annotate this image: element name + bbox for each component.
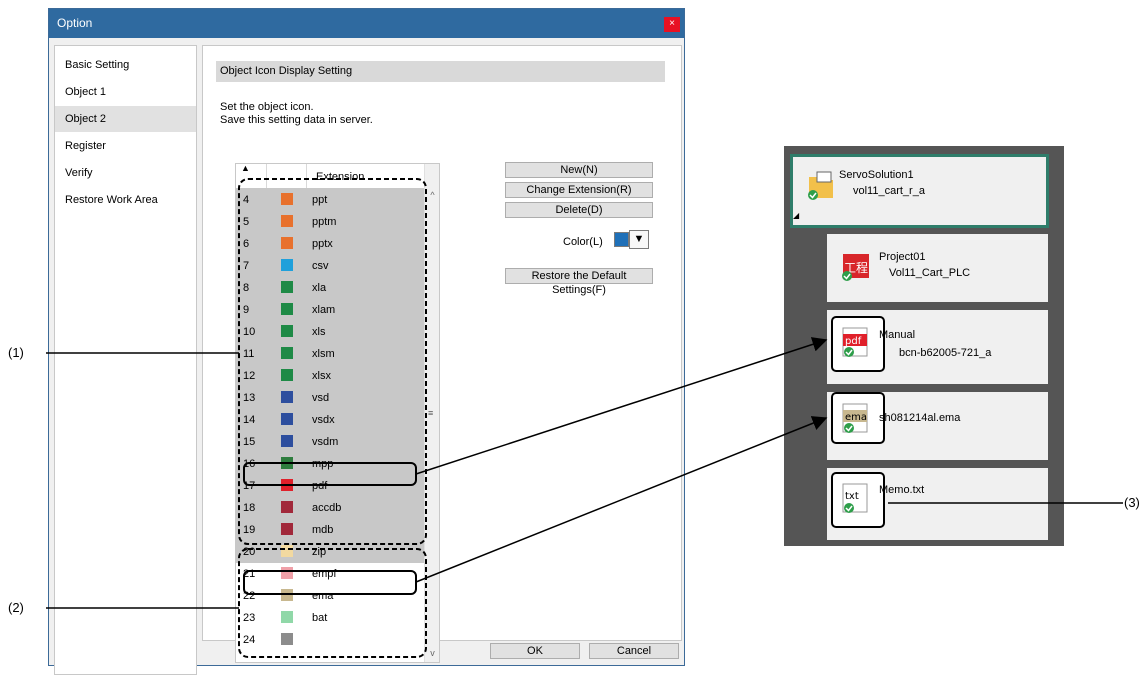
ema-row-highlight <box>243 570 417 595</box>
ema-arrow <box>415 416 828 583</box>
pdf-row-highlight <box>243 462 417 486</box>
group-1-outline <box>238 178 427 545</box>
callout-label-1: (1) <box>8 345 24 360</box>
group-2-outline <box>238 548 427 658</box>
pdf-arrow <box>415 337 828 475</box>
annotation-overlay <box>46 178 1123 658</box>
callout-label-3: (3) <box>1124 495 1140 510</box>
callout-label-2: (2) <box>8 600 24 615</box>
